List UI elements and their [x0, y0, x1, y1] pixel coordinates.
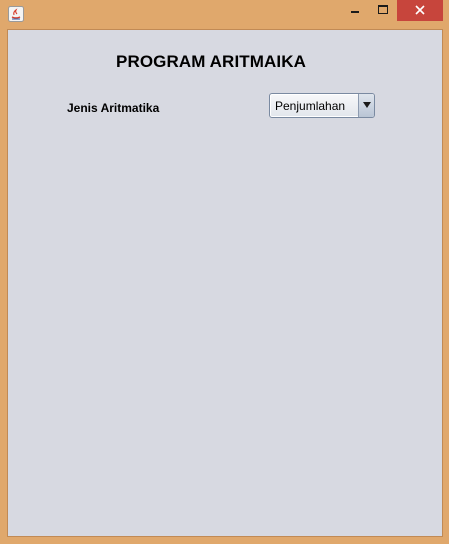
java-icon[interactable] — [8, 6, 24, 22]
operation-select-arrow-button[interactable] — [358, 94, 374, 117]
page-title: PROGRAM ARITMAIKA — [116, 52, 306, 71]
operation-select[interactable]: Penjumlahan — [269, 93, 375, 118]
title-bar[interactable] — [0, 0, 449, 29]
app-window: PROGRAM ARITMAIKA Jenis Aritmatika Penju… — [0, 0, 449, 544]
close-button[interactable] — [397, 0, 443, 21]
close-icon — [415, 5, 425, 15]
minimize-icon — [351, 11, 359, 13]
minimize-button[interactable] — [342, 0, 368, 21]
maximize-button[interactable] — [370, 0, 396, 21]
content-panel: PROGRAM ARITMAIKA Jenis Aritmatika Penju… — [7, 29, 443, 537]
dropdown-arrow-icon — [363, 102, 371, 108]
operation-select-value: Penjumlahan — [275, 99, 346, 113]
maximize-icon — [378, 5, 388, 14]
operation-label: Jenis Aritmatika — [67, 101, 160, 115]
